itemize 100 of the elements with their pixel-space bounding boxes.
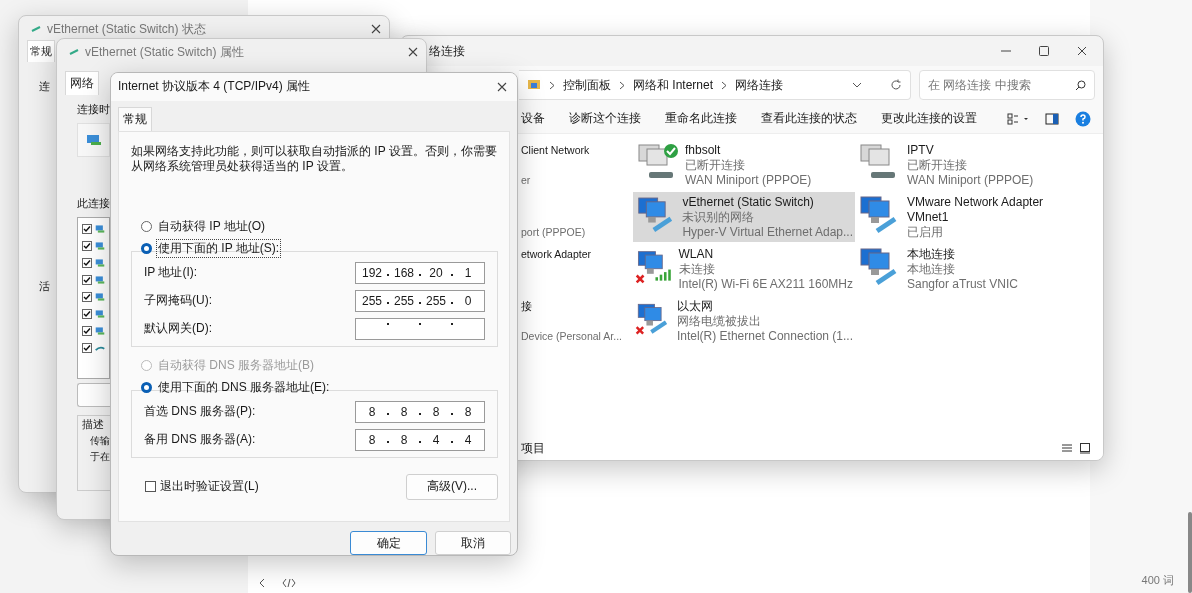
ip-address-field[interactable]	[355, 317, 485, 340]
field-label: 子网掩码(U):	[144, 292, 212, 310]
network-connection[interactable]: IPTV 已断开连接 WAN Miniport (PPPOE)	[855, 140, 1077, 190]
network-connection[interactable]: WLAN 未连接 Intel(R) Wi-Fi 6E AX211 160MHz	[633, 244, 855, 294]
close-icon[interactable]	[497, 81, 507, 92]
connection-device: Intel(R) Ethernet Connection (1...	[676, 329, 853, 344]
checkbox[interactable]	[82, 326, 92, 336]
word-count: 400 词	[1141, 573, 1174, 588]
code-icon[interactable]	[282, 578, 296, 588]
address-bar[interactable]: 控制面板 网络和 Internet 网络连接	[519, 70, 911, 100]
checkbox[interactable]	[82, 241, 92, 251]
connection-name: 本地连接	[907, 247, 956, 262]
command-button[interactable]: 重命名此连接	[665, 110, 737, 127]
network-icon	[86, 134, 102, 146]
connection-status: 未连接	[678, 262, 716, 277]
back-icon[interactable]	[258, 578, 266, 588]
network-icon	[95, 291, 105, 303]
network-connection[interactable]: 以太网 网络电缆被拔出 Intel(R) Ethernet Connection (1...	[633, 296, 855, 346]
connection-name: IPTV	[907, 143, 935, 158]
details-view-icon[interactable]	[1061, 442, 1073, 454]
network-connection[interactable]: fhbsolt 已断开连接 WAN Miniport (PPPOE)	[633, 140, 855, 190]
connection-status: 已断开连接	[907, 158, 968, 173]
connection-name: fhbsolt	[685, 143, 722, 158]
section-label: 此连接	[77, 197, 110, 211]
radio-option[interactable]: 使用下面的 IP 地址(S):	[141, 237, 498, 260]
close-icon[interactable]	[1077, 46, 1087, 56]
connection-device: port (PPPOE)	[521, 225, 587, 240]
window-title: 络连接	[429, 42, 465, 60]
field-label: IP 地址(I):	[144, 264, 198, 282]
tab[interactable]: 常规	[118, 106, 152, 131]
connection-device: WAN Miniport (PPPOE)	[907, 173, 1035, 188]
chevron-down-icon[interactable]	[852, 82, 862, 88]
ip-address-field[interactable]: 192 168 20 1	[355, 261, 485, 284]
ip-address-field[interactable]: 8 8 4 4	[355, 428, 485, 451]
network-connection[interactable]: 本地连接 本地连接 Sangfor aTrust VNIC	[855, 244, 1077, 294]
checkbox[interactable]	[82, 343, 92, 353]
connection-device: Sangfor aTrust VNIC	[907, 277, 1019, 292]
checkbox[interactable]	[82, 275, 92, 285]
command-button[interactable]: 设备	[521, 110, 545, 127]
connection-device: er	[521, 173, 532, 188]
search-field[interactable]: 在 网络连接 中搜索	[919, 70, 1095, 100]
checkbox[interactable]	[82, 309, 92, 319]
view-options-icon[interactable]	[1007, 112, 1029, 125]
connection-device: Hyper-V Virtual Ethernet Adap...	[682, 225, 853, 240]
breadcrumb-item[interactable]: 网络连接	[735, 76, 784, 94]
network-icon	[95, 223, 105, 235]
network-connection[interactable]: vEthernet (Static Switch) 未识别的网络 Hyper-V Virtual Ethernet Adap...	[633, 192, 855, 242]
connection-device: Device (Personal Ar...	[521, 329, 623, 344]
scrollbar[interactable]	[1188, 512, 1192, 593]
section-label: 连接时	[77, 103, 110, 117]
command-button[interactable]: 诊断这个连接	[569, 110, 641, 127]
network-icon	[95, 325, 105, 337]
group-label: 描述	[82, 418, 105, 432]
command-button[interactable]: 查看此连接的状态	[761, 110, 857, 127]
close-icon[interactable]	[408, 47, 418, 57]
tiles-view-icon[interactable]	[1079, 442, 1091, 454]
chevron-right-icon	[619, 80, 625, 90]
field-label: 备用 DNS 服务器(A):	[144, 431, 256, 449]
dialog-title: Internet 协议版本 4 (TCP/IPv4) 属性	[118, 78, 312, 96]
checkbox[interactable]	[82, 292, 92, 302]
network-icon	[95, 257, 105, 269]
ip-address-field[interactable]: 255 255 255 0	[355, 289, 485, 312]
refresh-icon[interactable]	[890, 79, 902, 91]
close-icon[interactable]	[371, 24, 381, 34]
checkbox[interactable]	[82, 224, 92, 234]
checkbox[interactable]	[82, 258, 92, 268]
ip-address-field[interactable]: 8 8 8 8	[355, 400, 485, 423]
search-icon	[1075, 79, 1086, 91]
tab[interactable]: 常规	[27, 40, 55, 62]
radio-option[interactable]: 自动获得 IP 地址(O)	[141, 215, 498, 238]
cable-icon	[31, 26, 41, 32]
cancel-button[interactable]: 取消	[435, 531, 511, 555]
connection-name: vEthernet (Static Switch)	[682, 195, 815, 210]
tab[interactable]: 网络	[65, 71, 99, 95]
network-icon	[95, 308, 105, 320]
connection-name: VMware Network Adapter VMnet1	[907, 195, 1045, 225]
cable-icon	[69, 49, 79, 55]
help-icon[interactable]	[1075, 110, 1091, 127]
breadcrumb-item[interactable]: 网络和 Internet	[633, 76, 714, 94]
description-text: 于在	[90, 450, 110, 464]
connection-status: 已断开连接	[685, 158, 746, 173]
preview-pane-icon[interactable]	[1045, 112, 1059, 125]
network-connection[interactable]: VMware Network Adapter VMnet1 已启用	[855, 192, 1077, 242]
advanced-button[interactable]: 高级(V)...	[406, 473, 498, 500]
breadcrumb-item[interactable]: 控制面板	[563, 76, 611, 94]
command-button[interactable]: 更改此连接的设置	[881, 110, 977, 127]
connection-name: WLAN	[678, 247, 715, 262]
validate-checkbox[interactable]: 退出时验证设置(L)	[145, 478, 259, 496]
radio-option[interactable]: 使用下面的 DNS 服务器地址(E):	[141, 376, 498, 399]
network-icon	[95, 240, 105, 252]
ok-button[interactable]: 确定	[350, 531, 427, 555]
connection-status: 未识别的网络	[682, 210, 756, 225]
network-icon	[95, 274, 105, 286]
connection-device: WAN Miniport (PPPOE)	[685, 173, 813, 188]
chevron-right-icon	[721, 80, 728, 90]
window-title: vEthernet (Static Switch) 状态	[47, 20, 207, 38]
connection-name: 接	[521, 299, 533, 314]
section-label: 活	[39, 280, 50, 294]
chevron-right-icon	[549, 80, 555, 90]
maximize-icon[interactable]	[1039, 46, 1049, 56]
